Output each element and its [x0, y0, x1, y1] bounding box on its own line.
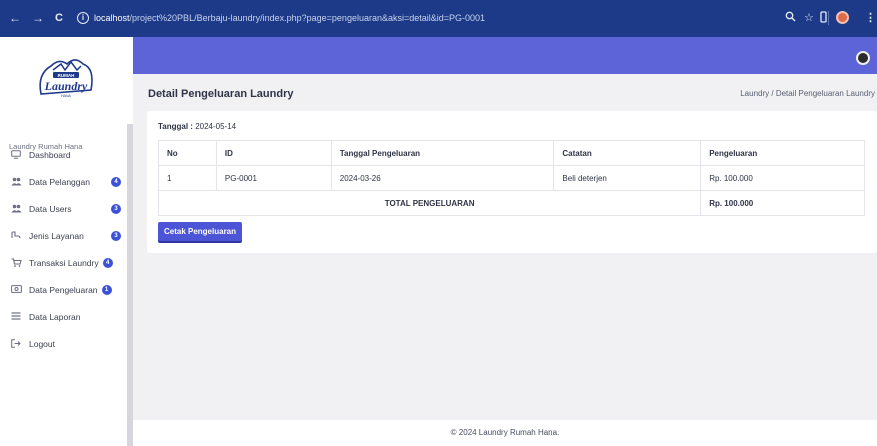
- count-badge: 3: [111, 204, 121, 214]
- sidebar-item-label: Transaksi Laundry: [29, 258, 99, 268]
- forward-icon[interactable]: →: [32, 11, 44, 25]
- print-expense-button[interactable]: Cetak Pengeluaran: [158, 222, 242, 241]
- sidebar: RUMAH Laundry HANA Laundry Rumah Hana Da…: [0, 37, 127, 446]
- footer: © 2024 Laundry Rumah Hana.: [133, 420, 877, 446]
- logo-sub-text: HANA: [61, 94, 71, 98]
- logo-top-text: RUMAH: [58, 73, 75, 78]
- total-row: TOTAL PENGELUARAN Rp. 100.000: [157, 190, 865, 216]
- service-icon: [9, 230, 23, 242]
- column-header-pengeluaran: Pengeluaran: [700, 140, 865, 166]
- page-title: Detail Pengeluaran Laundry: [148, 88, 294, 100]
- user-avatar[interactable]: [856, 51, 870, 65]
- users-icon: [9, 204, 23, 215]
- topbar: [133, 37, 877, 74]
- breadcrumb[interactable]: Laundry / Detail Pengeluaran Laundry: [740, 89, 875, 98]
- total-label: TOTAL PENGELUARAN: [157, 190, 702, 216]
- cell-tanggal: 2024-03-26: [330, 165, 555, 191]
- sidebar-item-label: Data Pengeluaran: [29, 285, 98, 295]
- monitor-icon: [9, 149, 23, 161]
- cart-icon: [9, 257, 23, 269]
- bookmark-star-icon[interactable]: ☆: [804, 11, 814, 25]
- cell-catatan: Beli deterjen: [553, 165, 702, 191]
- table-row: 1 PG-0001 2024-03-26 Beli deterjen Rp. 1…: [158, 165, 865, 191]
- toolbar-divider: [828, 11, 829, 25]
- sidebar-item-label: Logout: [29, 339, 55, 349]
- logo-main-text: Laundry: [44, 79, 88, 93]
- laundry-logo: RUMAH Laundry HANA: [39, 59, 93, 98]
- cell-no: 1: [158, 165, 217, 191]
- list-icon: [9, 312, 23, 322]
- back-icon[interactable]: ←: [9, 11, 21, 25]
- url-host: localhost: [94, 13, 130, 23]
- table-header-row: No ID Tanggal Pengeluaran Catatan Pengel…: [158, 140, 865, 166]
- zoom-icon[interactable]: [785, 11, 796, 26]
- sidebar-item-data-laporan[interactable]: Data Laporan: [9, 310, 125, 324]
- column-header-catatan: Catatan: [553, 140, 702, 166]
- sidebar-scrollbar[interactable]: [127, 124, 133, 446]
- date-value: 2024-05-14: [195, 122, 237, 131]
- extensions-icon[interactable]: [820, 11, 827, 27]
- sidebar-item-data-pelanggan[interactable]: Data Pelanggan 4: [9, 175, 125, 189]
- sidebar-item-label: Dashboard: [29, 150, 71, 160]
- sidebar-item-dashboard[interactable]: Dashboard: [9, 148, 125, 162]
- sidebar-item-label: Data Pelanggan: [29, 177, 90, 187]
- date-label: Tanggal :: [158, 122, 193, 131]
- column-header-no: No: [158, 140, 217, 166]
- money-icon: [9, 285, 23, 295]
- sidebar-item-label: Data Laporan: [29, 312, 81, 322]
- count-badge: 4: [102, 258, 113, 268]
- browser-profile-avatar[interactable]: [836, 11, 849, 24]
- count-badge: 4: [111, 177, 121, 187]
- expense-table: No ID Tanggal Pengeluaran Catatan Pengel…: [157, 140, 865, 216]
- sidebar-item-logout[interactable]: Logout: [9, 337, 125, 351]
- sidebar-item-jenis-layanan[interactable]: Jenis Layanan 3: [9, 229, 125, 243]
- address-bar[interactable]: localhost/project%20PBL/Berbaju-laundry/…: [94, 11, 774, 26]
- browser-menu-icon[interactable]: ⋮: [865, 11, 876, 25]
- sidebar-item-label: Jenis Layanan: [29, 231, 84, 241]
- sidebar-item-transaksi-laundry[interactable]: Transaksi Laundry 4: [9, 256, 125, 270]
- site-info-icon[interactable]: i: [77, 12, 89, 24]
- count-badge: 1: [101, 285, 112, 295]
- date-line: Tanggal : 2024-05-14: [158, 122, 236, 131]
- logout-icon: [9, 338, 23, 350]
- url-path: /project%20PBL/Berbaju-laundry/index.php…: [129, 13, 486, 23]
- total-value: Rp. 100.000: [700, 190, 865, 216]
- sidebar-item-data-users[interactable]: Data Users 3: [9, 202, 125, 216]
- users-icon: [9, 177, 23, 188]
- sidebar-gap: [127, 37, 133, 124]
- count-badge: 3: [111, 231, 121, 241]
- sidebar-item-data-pengeluaran[interactable]: Data Pengeluaran 1: [9, 283, 125, 297]
- column-header-id: ID: [215, 140, 332, 166]
- cell-pengeluaran: Rp. 100.000: [700, 165, 865, 191]
- browser-toolbar: ← → C i localhost/project%20PBL/Berbaju-…: [0, 0, 877, 37]
- cell-id: PG-0001: [215, 165, 332, 191]
- column-header-tanggal: Tanggal Pengeluaran: [330, 140, 555, 166]
- reload-icon[interactable]: C: [55, 11, 63, 25]
- sidebar-item-label: Data Users: [29, 204, 72, 214]
